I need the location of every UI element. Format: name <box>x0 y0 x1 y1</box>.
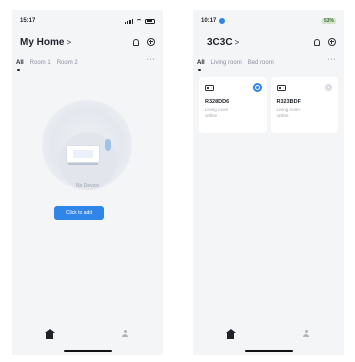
tab-room-2[interactable]: Room 2 <box>57 60 78 66</box>
bell-icon[interactable] <box>133 38 139 46</box>
home-title: 3C3C <box>207 36 233 48</box>
tab-all[interactable]: All <box>16 60 24 71</box>
battery-icon <box>145 18 155 24</box>
home-nav-icon[interactable] <box>44 328 55 339</box>
tab-room-1[interactable]: Room 1 <box>30 60 51 66</box>
tab-living-room[interactable]: Living room <box>211 60 242 66</box>
user-nav-icon[interactable] <box>122 330 129 338</box>
click-to-add-button[interactable]: Click to add <box>54 206 104 220</box>
plant-icon <box>105 139 111 151</box>
home-header: My Home > <box>20 35 155 49</box>
phone-screen-devices: 10:17 53% 3C3C > All Living room Bed roo… <box>193 10 344 355</box>
status-bar: 10:17 53% <box>201 16 336 26</box>
chevron-right-icon: > <box>234 37 240 47</box>
room-tabs: All Living room Bed room ··· <box>197 56 337 71</box>
add-circle-icon[interactable] <box>328 38 336 46</box>
bell-icon[interactable] <box>314 38 320 46</box>
add-circle-icon[interactable] <box>147 38 155 46</box>
empty-illustration-box <box>66 145 100 163</box>
no-device-text: No Device <box>75 183 100 189</box>
bottom-nav <box>12 327 163 341</box>
home-nav-icon[interactable] <box>225 328 236 339</box>
tab-bed-room[interactable]: Bed room <box>248 60 274 66</box>
home-selector[interactable]: 3C3C > <box>201 37 239 48</box>
more-icon[interactable]: ··· <box>147 56 156 63</box>
tab-all[interactable]: All <box>197 60 205 71</box>
power-icon[interactable] <box>252 83 262 92</box>
device-card[interactable]: R328DD6 Living room online <box>199 77 267 133</box>
home-indicator <box>63 350 112 352</box>
home-selector[interactable]: My Home > <box>20 37 71 48</box>
home-header: 3C3C > <box>201 35 336 49</box>
battery-percent: 53% <box>321 18 336 24</box>
status-time: 10:17 <box>201 18 217 24</box>
chevron-right-icon: > <box>66 37 72 47</box>
device-icon <box>205 85 214 91</box>
signal-icon <box>124 18 133 24</box>
phone-screen-empty: 15:17 My Home > All Room 1 Room 2 ··· No… <box>12 10 163 355</box>
status-time: 15:17 <box>20 18 36 24</box>
empty-illustration-stand <box>68 163 98 165</box>
device-status: online <box>276 112 289 118</box>
wifi-icon <box>136 19 142 23</box>
location-icon <box>219 18 226 24</box>
home-title: My Home <box>20 36 65 48</box>
power-icon[interactable] <box>324 83 333 92</box>
device-name: R323BDF <box>276 99 301 105</box>
more-icon[interactable]: ··· <box>328 56 337 63</box>
device-status: online <box>205 112 218 118</box>
room-tabs: All Room 1 Room 2 ··· <box>16 56 156 71</box>
home-indicator <box>244 350 293 352</box>
bottom-nav <box>193 327 344 341</box>
device-card[interactable]: R323BDF Living room online <box>270 77 338 133</box>
device-name: R328DD6 <box>205 99 230 105</box>
status-bar: 15:17 <box>20 16 155 26</box>
device-list: R328DD6 Living room online R323BDF Livin… <box>199 77 338 133</box>
user-nav-icon[interactable] <box>303 330 310 338</box>
device-icon <box>276 85 286 91</box>
